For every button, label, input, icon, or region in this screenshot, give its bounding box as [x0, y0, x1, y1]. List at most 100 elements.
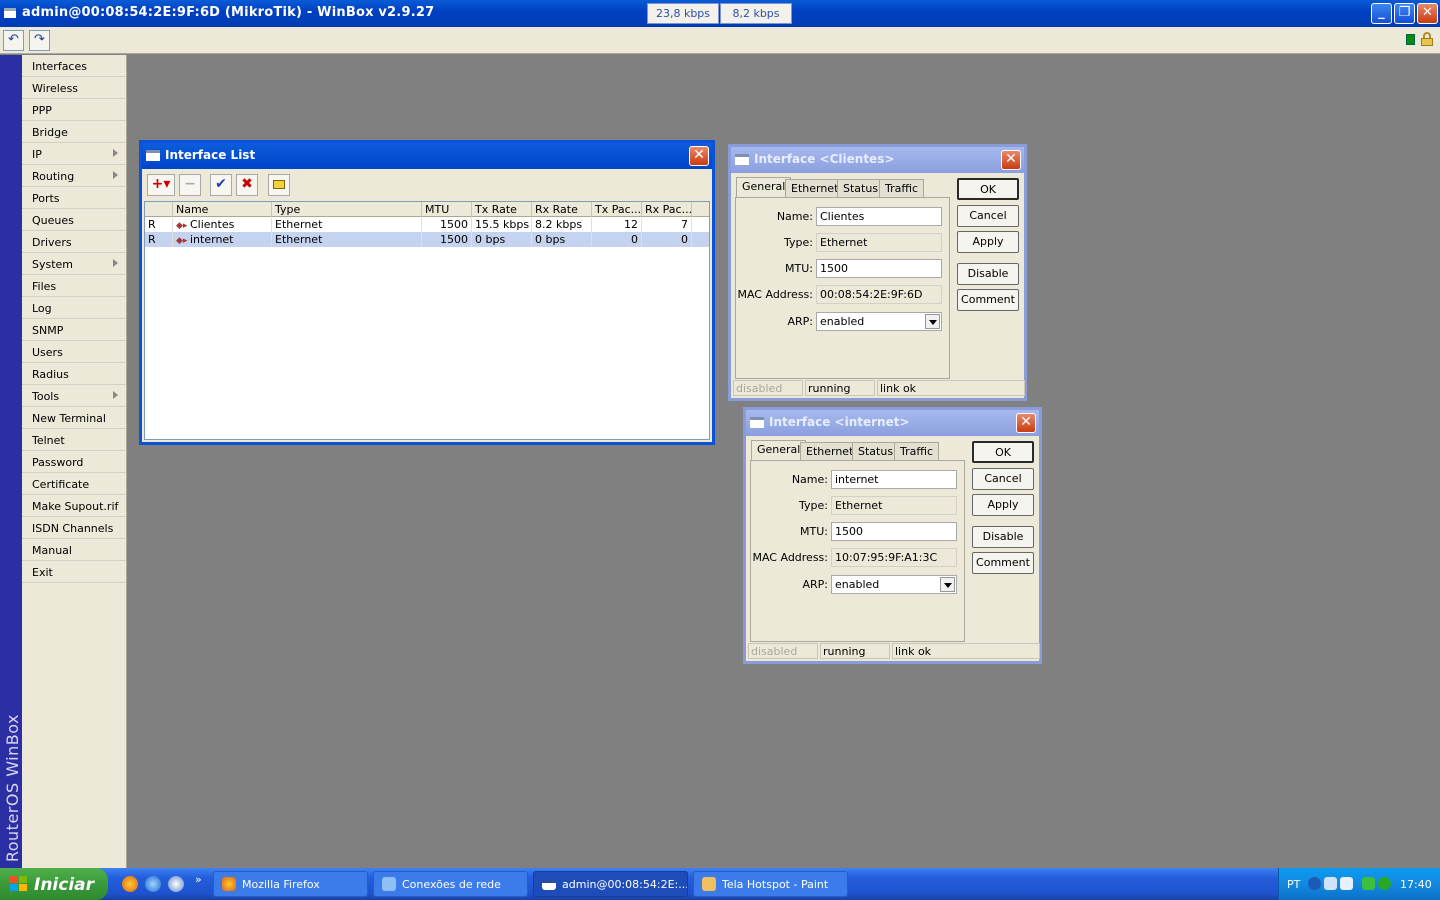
volume-tray-icon[interactable]	[1340, 877, 1353, 890]
disable-button[interactable]: Disable	[972, 526, 1034, 548]
tab-general[interactable]: General	[736, 177, 792, 198]
redo-icon: ↷	[34, 32, 45, 47]
sidebar-item-log[interactable]: Log	[22, 297, 126, 319]
interface-list-close-button[interactable]: ✕	[689, 146, 709, 166]
comment-button[interactable]: Comment	[972, 552, 1034, 574]
sidebar-item-telnet[interactable]: Telnet	[22, 429, 126, 451]
task-label: admin@00:08:54:2E:...	[562, 878, 688, 891]
sidebar-item-ports[interactable]: Ports	[22, 187, 126, 209]
sidebar-item-drivers[interactable]: Drivers	[22, 231, 126, 253]
mtu-field[interactable]: 1500	[831, 522, 957, 541]
sidebar-item-bridge[interactable]: Bridge	[22, 121, 126, 143]
col-type[interactable]: Type	[272, 202, 422, 217]
ok-button[interactable]: OK	[972, 441, 1034, 463]
task-paint[interactable]: Tela Hotspot - Paint	[693, 871, 848, 897]
tab-status[interactable]: Status	[837, 179, 885, 197]
interface-list-titlebar[interactable]: Interface List ✕	[142, 143, 712, 169]
redo-button[interactable]: ↷	[29, 30, 50, 51]
sidebar-item-ip[interactable]: IP	[22, 143, 126, 165]
disable-button[interactable]: Disable	[957, 263, 1019, 285]
minimize-button[interactable]: _	[1371, 3, 1392, 24]
chevron-down-icon[interactable]	[925, 314, 940, 329]
tab-ethernet[interactable]: Ethernet	[785, 179, 845, 197]
window-icon	[750, 417, 764, 428]
ie-quicklaunch-icon[interactable]	[145, 876, 161, 892]
sidebar-item-snmp[interactable]: SNMP	[22, 319, 126, 341]
cancel-button[interactable]: Cancel	[972, 468, 1034, 490]
cancel-button[interactable]: Cancel	[957, 205, 1019, 227]
close-button[interactable]: ✕	[1417, 3, 1438, 24]
tab-ethernet[interactable]: Ethernet	[800, 442, 860, 460]
apply-button[interactable]: Apply	[972, 494, 1034, 516]
sidebar-item-new-terminal[interactable]: New Terminal	[22, 407, 126, 429]
sidebar-item-queues[interactable]: Queues	[22, 209, 126, 231]
task-firefox[interactable]: Mozilla Firefox	[213, 871, 368, 897]
comment-button[interactable]	[268, 174, 290, 196]
undo-button[interactable]: ↶	[3, 30, 24, 51]
sidebar-item-users[interactable]: Users	[22, 341, 126, 363]
ok-button[interactable]: OK	[957, 178, 1019, 200]
tray-expand-icon[interactable]	[1308, 877, 1321, 890]
enable-button[interactable]: ✔	[210, 174, 232, 196]
row-rx-packets: 0	[642, 232, 692, 247]
col-rx-rate[interactable]: Rx Rate	[532, 202, 592, 217]
dialog-close-button[interactable]: ✕	[1016, 413, 1036, 433]
dialog-close-button[interactable]: ✕	[1001, 150, 1021, 170]
remove-button[interactable]: −	[179, 174, 201, 196]
sidebar-item-routing[interactable]: Routing	[22, 165, 126, 187]
sidebar-item-password[interactable]: Password	[22, 451, 126, 473]
sidebar-item-tools[interactable]: Tools	[22, 385, 126, 407]
tab-traffic[interactable]: Traffic	[879, 179, 925, 197]
show-desktop-icon[interactable]	[168, 876, 184, 892]
table-row[interactable]: R ◆▸ Clientes Ethernet 1500 15.5 kbps 8.2…	[145, 217, 709, 232]
comment-button[interactable]: Comment	[957, 289, 1019, 311]
language-indicator[interactable]: PT	[1287, 878, 1300, 891]
col-mtu[interactable]: MTU	[422, 202, 472, 217]
col-tx-rate[interactable]: Tx Rate	[472, 202, 532, 217]
security-tray-icon[interactable]	[1378, 877, 1391, 890]
sidebar-item-manual[interactable]: Manual	[22, 539, 126, 561]
name-field[interactable]: Clientes	[816, 207, 942, 226]
task-network[interactable]: Conexões de rede	[373, 871, 528, 897]
col-flag[interactable]	[145, 202, 173, 217]
sidebar-item-files[interactable]: Files	[22, 275, 126, 297]
dialog-titlebar[interactable]: Interface <internet> ✕	[746, 410, 1039, 436]
rx-rate-indicator: 8,2 kbps	[720, 3, 792, 24]
restore-button[interactable]: ❐	[1394, 3, 1415, 24]
add-button[interactable]: +▾	[147, 174, 175, 196]
sidebar-item-make-supout-rif[interactable]: Make Supout.rif	[22, 495, 126, 517]
disable-button[interactable]: ✖	[236, 174, 258, 196]
task-winbox[interactable]: admin@00:08:54:2E:...	[533, 871, 688, 897]
apply-button[interactable]: Apply	[957, 231, 1019, 253]
sidebar-item-label: Wireless	[32, 82, 79, 95]
name-field[interactable]: internet	[831, 470, 957, 489]
sidebar-item-exit[interactable]: Exit	[22, 561, 126, 583]
sidebar-item-radius[interactable]: Radius	[22, 363, 126, 385]
row-rx-rate: 8.2 kbps	[532, 217, 592, 232]
sidebar-item-certificate[interactable]: Certificate	[22, 473, 126, 495]
tab-status[interactable]: Status	[852, 442, 900, 460]
chevron-down-icon[interactable]	[940, 577, 955, 592]
col-rx-packets[interactable]: Rx Pac...	[642, 202, 692, 217]
tab-traffic[interactable]: Traffic	[894, 442, 940, 460]
network-tray-icon[interactable]	[1324, 877, 1337, 890]
tab-general[interactable]: General	[751, 440, 807, 461]
start-button[interactable]: Iniciar	[0, 868, 108, 900]
table-row[interactable]: R ◆▸ internet Ethernet 1500 0 bps 0 bps 0…	[145, 232, 709, 247]
arp-select[interactable]: enabled	[831, 575, 957, 594]
sidebar-item-interfaces[interactable]: Interfaces	[22, 55, 126, 77]
col-name[interactable]: Name	[173, 202, 272, 217]
col-tx-packets[interactable]: Tx Pac...	[592, 202, 642, 217]
note-icon	[273, 180, 285, 189]
mtu-field[interactable]: 1500	[816, 259, 942, 278]
sidebar-item-ppp[interactable]: PPP	[22, 99, 126, 121]
arp-select[interactable]: enabled	[816, 312, 942, 331]
quicklaunch-more-icon[interactable]: »	[195, 873, 202, 886]
firefox-quicklaunch-icon[interactable]	[122, 876, 138, 892]
sidebar-item-system[interactable]: System	[22, 253, 126, 275]
sidebar-item-isdn-channels[interactable]: ISDN Channels	[22, 517, 126, 539]
dialog-titlebar[interactable]: Interface <Clientes> ✕	[731, 147, 1024, 173]
sidebar-item-wireless[interactable]: Wireless	[22, 77, 126, 99]
sidebar-item-label: Routing	[32, 170, 75, 183]
sync-tray-icon[interactable]	[1362, 877, 1375, 890]
